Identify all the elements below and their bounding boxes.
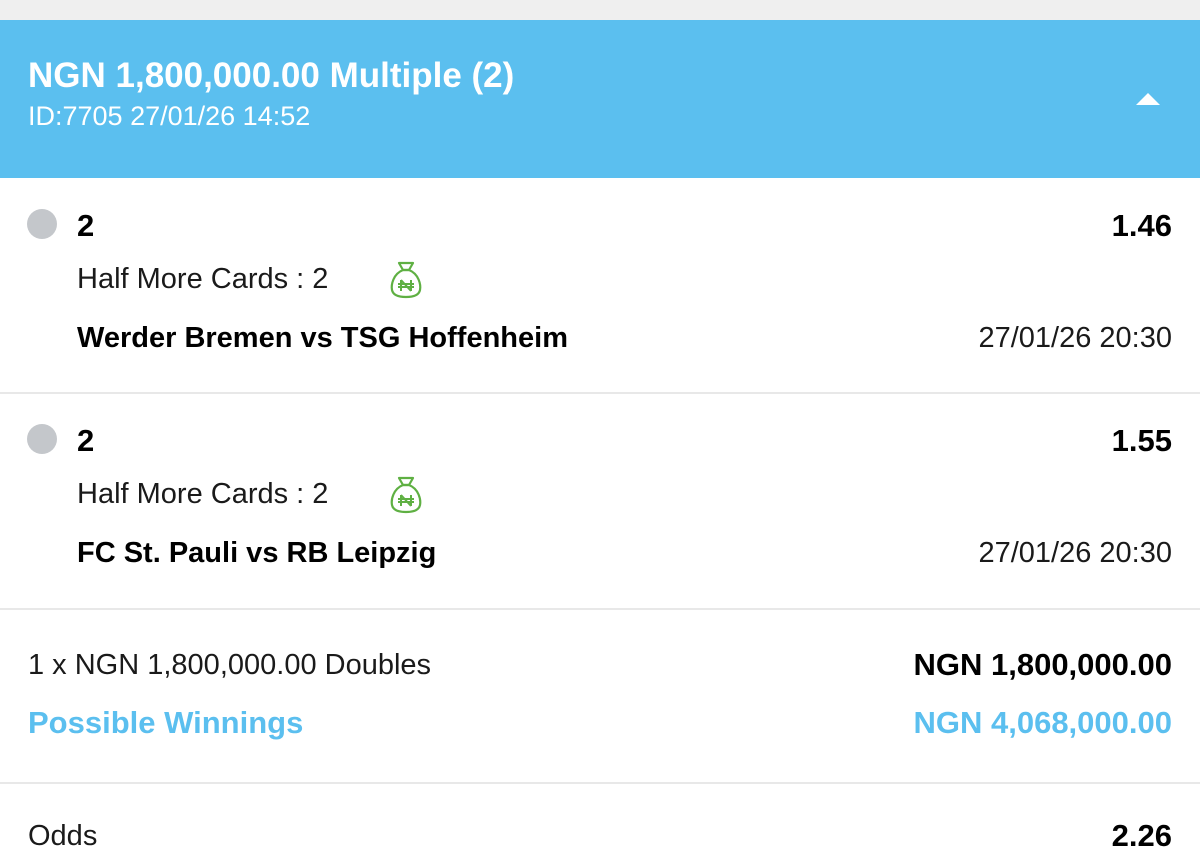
selection-market: Half More Cards : 2 <box>77 263 329 295</box>
selection-market: Half More Cards : 2 <box>77 478 329 510</box>
total-odds-value: 2.26 <box>1111 818 1172 853</box>
stake-label: 1 x NGN 1,800,000.00 Doubles <box>28 649 432 681</box>
selection-kickoff: 27/01/26 20:30 <box>978 537 1172 569</box>
selection-kickoff: 27/01/26 20:30 <box>978 322 1172 354</box>
total-odds-label: Odds <box>28 820 98 852</box>
selection-row: 2 1.46 Half More Cards : 2 Werder Bremen… <box>0 178 1200 394</box>
selection-row: 2 1.55 Half More Cards : 2 FC St. Pauli … <box>0 394 1200 610</box>
possible-winnings-value: NGN 4,068,000.00 <box>913 705 1172 740</box>
selection-pick: 2 <box>77 423 95 458</box>
bet-summary: 1 x NGN 1,800,000.00 Doubles NGN 1,800,0… <box>0 612 1200 784</box>
chevron-up-icon <box>1136 93 1160 105</box>
collapse-button[interactable] <box>1120 80 1176 120</box>
total-odds-row: Odds 2.26 <box>0 784 1200 863</box>
bet-header[interactable]: NGN 1,800,000.00 Multiple (2) ID:7705 27… <box>0 20 1200 178</box>
bet-title: NGN 1,800,000.00 Multiple (2) <box>28 56 515 95</box>
possible-winnings-label: Possible Winnings <box>28 705 304 740</box>
selection-odds: 1.46 <box>1111 208 1172 243</box>
top-strip <box>0 0 1200 20</box>
money-bag-icon <box>388 474 424 514</box>
divider <box>0 608 1200 610</box>
selection-pick: 2 <box>77 208 95 243</box>
status-pending-dot <box>27 424 57 454</box>
bet-id-timestamp: ID:7705 27/01/26 14:52 <box>28 101 311 131</box>
money-bag-icon <box>388 259 424 299</box>
status-pending-dot <box>27 209 57 239</box>
selection-teams: Werder Bremen vs TSG Hoffenheim <box>77 322 568 354</box>
selection-teams: FC St. Pauli vs RB Leipzig <box>77 537 437 569</box>
selection-odds: 1.55 <box>1111 423 1172 458</box>
stake-value: NGN 1,800,000.00 <box>913 647 1172 682</box>
